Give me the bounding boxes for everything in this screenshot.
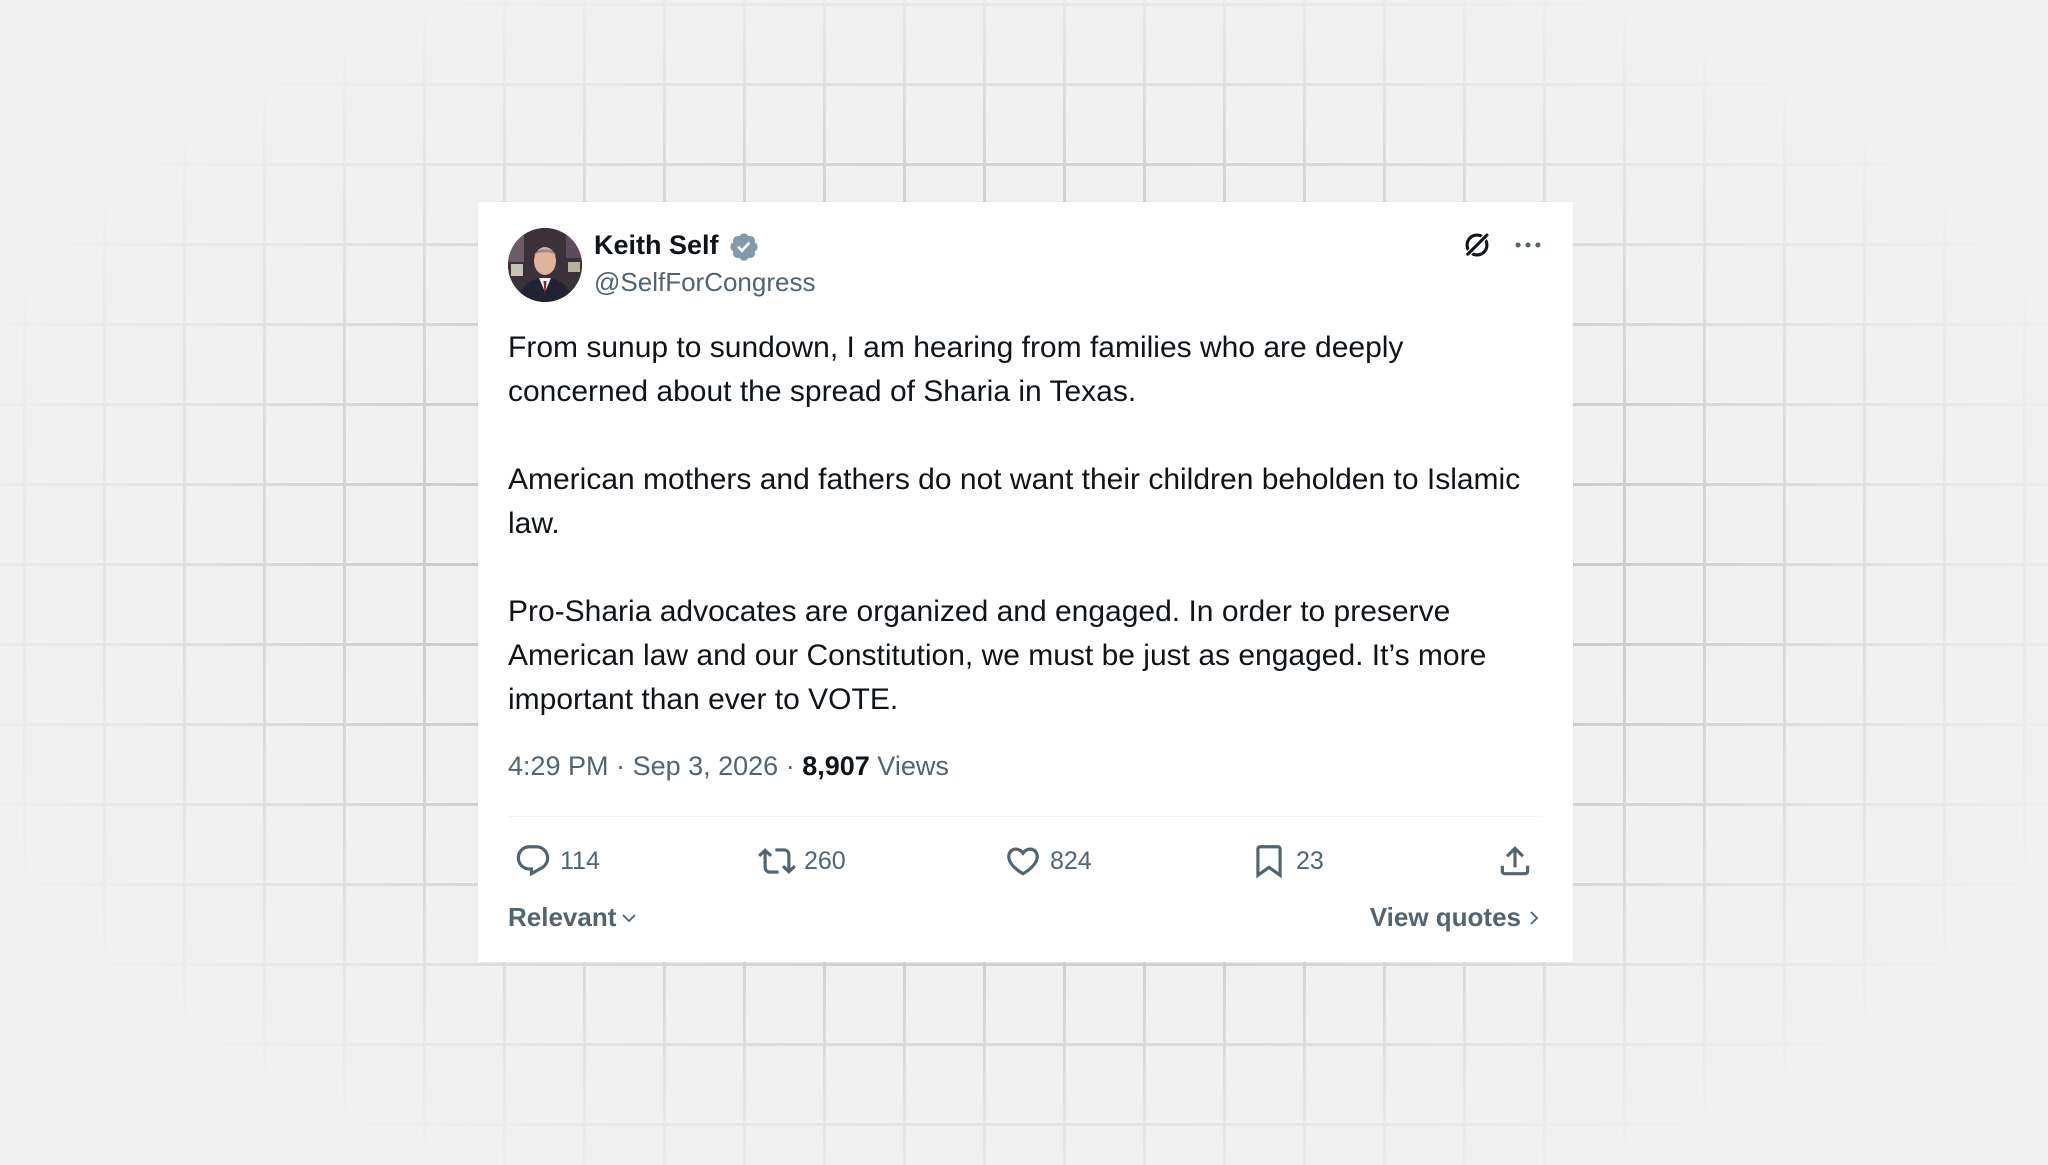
sort-replies-dropdown[interactable]: Relevant [508,902,638,933]
bookmark-count: 23 [1296,846,1324,875]
meta-separator: · [608,751,633,781]
avatar-portrait-icon [508,228,582,302]
grok-icon[interactable] [1460,228,1494,262]
like-icon [1007,847,1039,876]
chevron-down-icon [622,913,637,922]
meta-separator: · [778,751,803,781]
tweet-card: Keith Self @SelfForCongress From sunup t… [478,202,1573,962]
repost-icon [758,848,796,874]
user-handle[interactable]: @SelfForCongress [594,267,815,298]
tweet-paragraph: Pro-Sharia advocates are organized and e… [508,595,1487,716]
like-count: 824 [1050,846,1092,875]
bookmark-button[interactable]: 23 [1250,839,1324,883]
tweet-paragraph: From sunup to sundown, I am hearing from… [508,331,1404,408]
display-name[interactable]: Keith Self [594,230,719,261]
like-button[interactable]: 824 [1004,839,1092,883]
tweet-metadata: 4:29 PM · Sep 3, 2026 · 8,907 Views [508,751,949,782]
avatar[interactable] [508,228,582,302]
tweet-date[interactable]: Sep 3, 2026 [633,751,779,781]
view-quotes-label: View quotes [1369,902,1521,932]
share-button[interactable] [1496,839,1534,883]
view-quotes-link[interactable]: View quotes [1370,902,1543,933]
tweet-time[interactable]: 4:29 PM [508,751,609,781]
sort-label: Relevant [508,902,617,932]
reply-icon [516,845,550,877]
views-label: Views [877,751,949,781]
tweet-text: From sunup to sundown, I am hearing from… [508,326,1548,722]
more-options-icon[interactable] [1511,228,1545,262]
divider [508,816,1543,817]
views-count: 8,907 [802,751,870,781]
bookmark-icon [1256,845,1282,879]
reply-button[interactable]: 114 [514,839,600,883]
tweet-paragraph: American mothers and fathers do not want… [508,463,1521,540]
reply-count: 114 [560,846,600,875]
repost-count: 260 [804,846,846,875]
repost-button[interactable]: 260 [758,839,846,883]
chevron-right-icon [1530,910,1539,925]
share-icon [1500,846,1530,876]
verified-badge-icon [730,233,758,261]
